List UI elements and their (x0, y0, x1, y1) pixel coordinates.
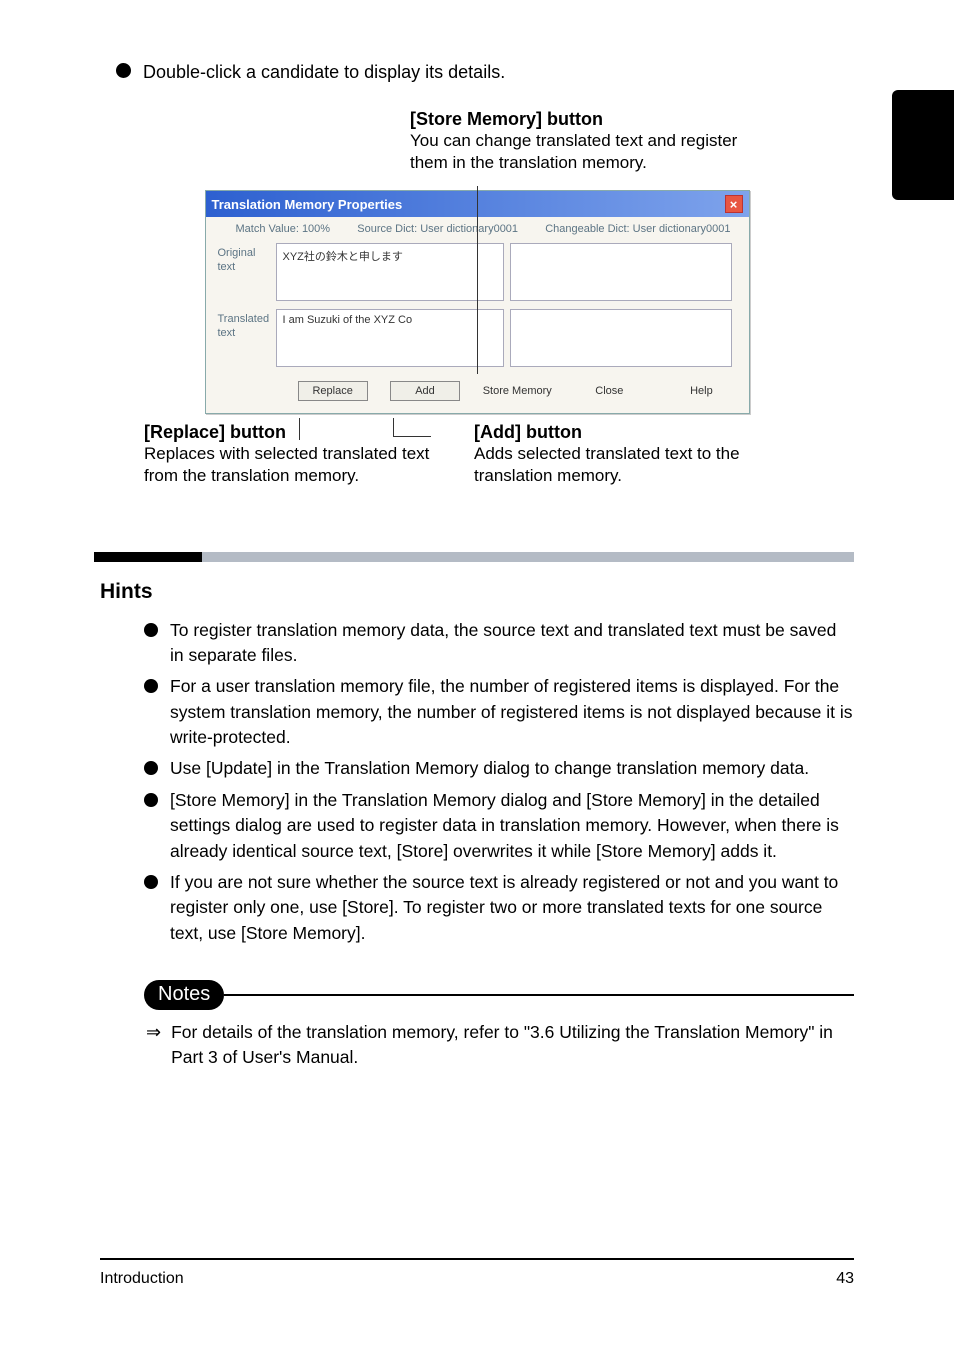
hint-item: Use [Update] in the Translation Memory d… (144, 756, 854, 781)
notes-header: Notes (144, 980, 854, 1010)
help-button[interactable]: Help (666, 381, 736, 401)
hint-item: If you are not sure whether the source t… (144, 870, 854, 946)
translated-text-field[interactable]: I am Suzuki of the XYZ Co (276, 309, 504, 367)
original-text-label: Original text (218, 243, 276, 301)
callout-store-memory: [Store Memory] button You can change tra… (410, 109, 770, 174)
section-title-hints: Hints (100, 580, 854, 604)
callout-title: [Replace] button (144, 422, 434, 443)
pointer-line (393, 436, 431, 437)
callout-desc: Replaces with selected translated text f… (144, 443, 434, 487)
page-footer: Introduction 43 (100, 1258, 854, 1288)
callout-title: [Store Memory] button (410, 109, 770, 130)
bullet-icon (116, 63, 131, 78)
thumb-tab (892, 90, 954, 200)
dialog-title-text: Translation Memory Properties (212, 197, 403, 212)
callout-desc: You can change translated text and regis… (410, 130, 770, 174)
callout-desc: Adds selected translated text to the tra… (474, 443, 764, 487)
pointer-line (299, 418, 300, 440)
match-value-label: Match Value: 100% (236, 223, 331, 235)
replace-button[interactable]: Replace (298, 381, 368, 401)
hint-item: [Store Memory] in the Translation Memory… (144, 788, 854, 864)
bullet-icon (144, 761, 158, 775)
section-divider (94, 552, 854, 562)
close-button[interactable]: Close (574, 381, 644, 401)
bullet-icon (144, 623, 158, 637)
source-dict-label: Source Dict: User dictionary0001 (357, 223, 518, 235)
notes-text: For details of the translation memory, r… (171, 1020, 854, 1071)
pointer-line (477, 186, 478, 374)
footer-section-name: Introduction (100, 1270, 184, 1288)
hint-text: If you are not sure whether the source t… (170, 870, 854, 946)
original-text-field[interactable]: XYZ社の鈴木と申します (276, 243, 504, 301)
callout-replace: [Replace] button Replaces with selected … (144, 422, 434, 487)
callout-title: [Add] button (474, 422, 764, 443)
footer-page-number: 43 (836, 1270, 854, 1288)
arrow-icon: ⇒ (146, 1022, 161, 1071)
notes-badge: Notes (144, 980, 224, 1010)
translated-text-label: Translated text (218, 309, 276, 367)
hint-text: [Store Memory] in the Translation Memory… (170, 788, 854, 864)
pointer-line (393, 418, 394, 436)
hint-text: To register translation memory data, the… (170, 618, 854, 669)
original-text-candidate-field[interactable] (510, 243, 732, 301)
lead-text: Double-click a candidate to display its … (143, 60, 505, 85)
hint-item: For a user translation memory file, the … (144, 674, 854, 750)
hint-text: Use [Update] in the Translation Memory d… (170, 756, 809, 781)
changeable-dict-label: Changeable Dict: User dictionary0001 (545, 223, 730, 235)
close-icon[interactable]: × (725, 195, 743, 213)
callout-add: [Add] button Adds selected translated te… (474, 422, 764, 487)
hint-item: To register translation memory data, the… (144, 618, 854, 669)
bullet-icon (144, 875, 158, 889)
bullet-icon (144, 793, 158, 807)
add-button[interactable]: Add (390, 381, 460, 401)
hint-text: For a user translation memory file, the … (170, 674, 854, 750)
store-memory-button[interactable]: Store Memory (482, 381, 552, 401)
bullet-icon (144, 679, 158, 693)
translated-text-candidate-field[interactable] (510, 309, 732, 367)
